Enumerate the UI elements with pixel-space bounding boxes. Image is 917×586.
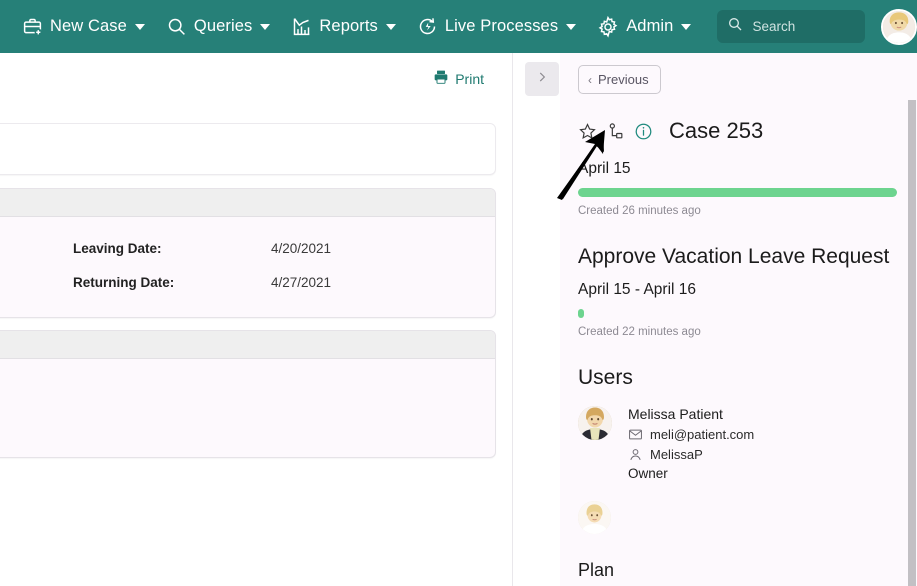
case-header: Case 253 <box>578 118 897 144</box>
pane-divider <box>512 53 513 586</box>
card-header <box>0 189 495 217</box>
info-card-top <box>0 123 496 175</box>
chevron-left-icon: ‹ <box>588 72 592 87</box>
print-label: Print <box>455 70 484 87</box>
returning-date-label: Returning Date: <box>73 274 175 290</box>
left-content-pane: Print Leaving Date: 4/20/2021 Returning … <box>0 53 512 586</box>
chevron-down-icon <box>260 23 271 30</box>
user-username: MelissaP <box>650 447 703 462</box>
chevron-down-icon <box>681 23 692 30</box>
nav-label-admin: Admin <box>626 17 674 35</box>
chevron-down-icon <box>566 23 577 30</box>
nav-item-admin[interactable]: Admin <box>597 8 692 46</box>
avatar[interactable] <box>881 8 917 45</box>
app-root: New Case Queries Reports Live Processes … <box>0 0 917 586</box>
print-button[interactable]: Print <box>433 69 484 88</box>
list-item: Melissa Patient meli@patient.com Melissa… <box>578 406 897 481</box>
user-role: Owner <box>628 466 668 481</box>
page-title: Case 253 <box>669 118 764 143</box>
card-body: ge <box>0 359 495 444</box>
task-created-note: Created 22 minutes ago <box>578 326 701 338</box>
stage-progress-fill <box>578 188 897 197</box>
search-input[interactable]: Search <box>717 10 865 43</box>
star-outline-icon[interactable] <box>578 122 597 141</box>
briefcase-plus-icon <box>22 16 43 37</box>
user-username-row: MelissaP <box>628 447 754 462</box>
card-header <box>0 331 495 359</box>
truncated-text: ge <box>0 411 495 426</box>
nav-item-reports[interactable]: Reports <box>291 8 396 46</box>
leave-dates-card: Leaving Date: 4/20/2021 Returning Date: … <box>0 188 496 318</box>
avatar[interactable] <box>578 501 611 534</box>
avatar[interactable] <box>578 406 612 440</box>
nav-item-queries[interactable]: Queries <box>166 8 271 46</box>
nav-label-live-processes: Live Processes <box>444 17 559 35</box>
person-icon <box>628 447 643 462</box>
collapse-panel-button[interactable] <box>525 62 559 96</box>
task-title: Approve Vacation Leave Request <box>578 245 890 268</box>
chevron-down-icon <box>385 23 396 30</box>
field-row: Returning Date: 4/27/2021 <box>0 265 495 299</box>
envelope-icon <box>628 427 643 442</box>
plan-heading: Plan <box>578 560 615 580</box>
leaving-date-value: 4/20/2021 <box>271 240 332 256</box>
left-toolbar: Print <box>0 53 512 101</box>
case-detail-panel: ‹ Previous Case 253 April 15 Created 26 … <box>560 53 917 586</box>
stage-date: April 15 <box>578 160 631 177</box>
scrollbar-thumb[interactable] <box>908 100 916 586</box>
returning-date-value: 4/27/2021 <box>271 274 332 290</box>
gear-icon <box>597 15 619 38</box>
stage-progress-bar <box>578 188 897 197</box>
info-circle-icon[interactable] <box>634 122 653 141</box>
chevron-down-icon <box>134 23 145 30</box>
card-body: Leaving Date: 4/20/2021 Returning Date: … <box>0 217 495 317</box>
user-name: Melissa Patient <box>628 406 723 422</box>
users-heading: Users <box>578 366 633 389</box>
leaving-date-label: Leaving Date: <box>73 240 162 256</box>
stage-created-note: Created 26 minutes ago <box>578 205 701 217</box>
chevron-right-icon <box>535 70 549 89</box>
printer-icon <box>433 69 449 88</box>
refresh-bolt-icon <box>417 16 438 37</box>
nav-item-live-processes[interactable]: Live Processes <box>417 8 577 46</box>
nav-label-reports: Reports <box>319 17 378 35</box>
sitemap-icon[interactable] <box>606 122 625 141</box>
previous-button[interactable]: ‹ Previous <box>578 65 661 94</box>
user-email: meli@patient.com <box>650 427 755 442</box>
previous-label: Previous <box>598 72 649 87</box>
field-row: Leaving Date: 4/20/2021 <box>0 231 495 265</box>
top-navbar: New Case Queries Reports Live Processes … <box>0 0 917 53</box>
search-icon <box>727 16 743 37</box>
user-email-row: meli@patient.com <box>628 427 754 442</box>
chart-trend-icon <box>291 16 312 37</box>
nav-label-new-case: New Case <box>50 17 127 35</box>
nav-label-queries: Queries <box>193 17 253 35</box>
task-date-range: April 15 - April 16 <box>578 281 697 298</box>
search-icon <box>166 16 187 37</box>
nav-item-new-case[interactable]: New Case <box>22 8 145 46</box>
task-progress-fill <box>578 309 585 318</box>
task-progress-bar <box>578 309 897 318</box>
notes-card: ge <box>0 330 496 458</box>
search-placeholder: Search <box>752 19 796 34</box>
